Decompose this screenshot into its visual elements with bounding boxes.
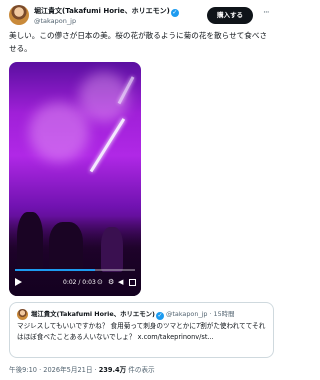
tweet-timestamp[interactable]: 午後9:10 · 2026年5月21日 · [9, 366, 99, 374]
views-label: 件の表示 [126, 366, 155, 374]
crowd-figure [101, 227, 123, 272]
tweet-text: 美しい。この儚さが日本の美。桜の花が散るように菊の花を散らせて食べさせる。 [9, 31, 268, 53]
settings-icon[interactable]: ⚙ [108, 278, 114, 286]
verified-check-icon: ✓ [170, 9, 179, 17]
video-progress-bar[interactable] [15, 269, 135, 271]
stage-light-glow [29, 102, 89, 162]
crowd-figure [17, 212, 43, 272]
tweet-meta: 午後9:10 · 2026年5月21日 · 239.4万 件の表示 [9, 364, 155, 374]
fullscreen-icon[interactable] [129, 279, 136, 286]
quote-header: 堀江貴文(Takafumi Horie、ホリエモン) ✓ @takapon_jp … [31, 309, 234, 320]
quoted-tweet[interactable]: 堀江貴文(Takafumi Horie、ホリエモン) ✓ @takapon_jp … [9, 302, 274, 358]
play-icon[interactable] [15, 278, 22, 286]
light-beam [89, 118, 126, 173]
author-avatar[interactable] [9, 5, 29, 25]
view-count: 239.4万 [98, 366, 127, 374]
crowd-figure [49, 222, 83, 272]
author-name-line[interactable]: 堀江貴文(Takafumi Horie、ホリエモン) ✓ [34, 6, 179, 17]
author-handle[interactable]: @takapon_jp [34, 17, 76, 25]
quote-dot: · [209, 310, 212, 318]
volume-icon[interactable]: ◀ [118, 278, 123, 286]
more-options-icon[interactable]: ··· [263, 8, 270, 18]
video-controls: 0:02 / 0:03 ⊙ ⚙ ◀ [15, 278, 137, 290]
subscribe-button[interactable]: 購入する [207, 7, 253, 24]
quote-author-avatar [17, 309, 28, 320]
video-time: 0:02 / 0:03 [63, 279, 96, 286]
quote-time: 15時間 [213, 310, 235, 318]
quote-author-handle: @takapon_jp [166, 310, 208, 318]
verified-check-icon: ✓ [155, 312, 164, 320]
video-progress-fill [15, 269, 96, 271]
quote-author-name: 堀江貴文(Takafumi Horie、ホリエモン) [31, 310, 155, 318]
author-name[interactable]: 堀江貴文(Takafumi Horie、ホリエモン) [34, 7, 170, 15]
video-player[interactable]: 0:02 / 0:03 ⊙ ⚙ ◀ [9, 62, 141, 296]
captions-icon[interactable]: ⊙ [97, 278, 103, 286]
quote-text: マジレスしてもいいですかね？ 食用菊って刺身のツマとかに7割がた使われててそれは… [17, 322, 266, 341]
